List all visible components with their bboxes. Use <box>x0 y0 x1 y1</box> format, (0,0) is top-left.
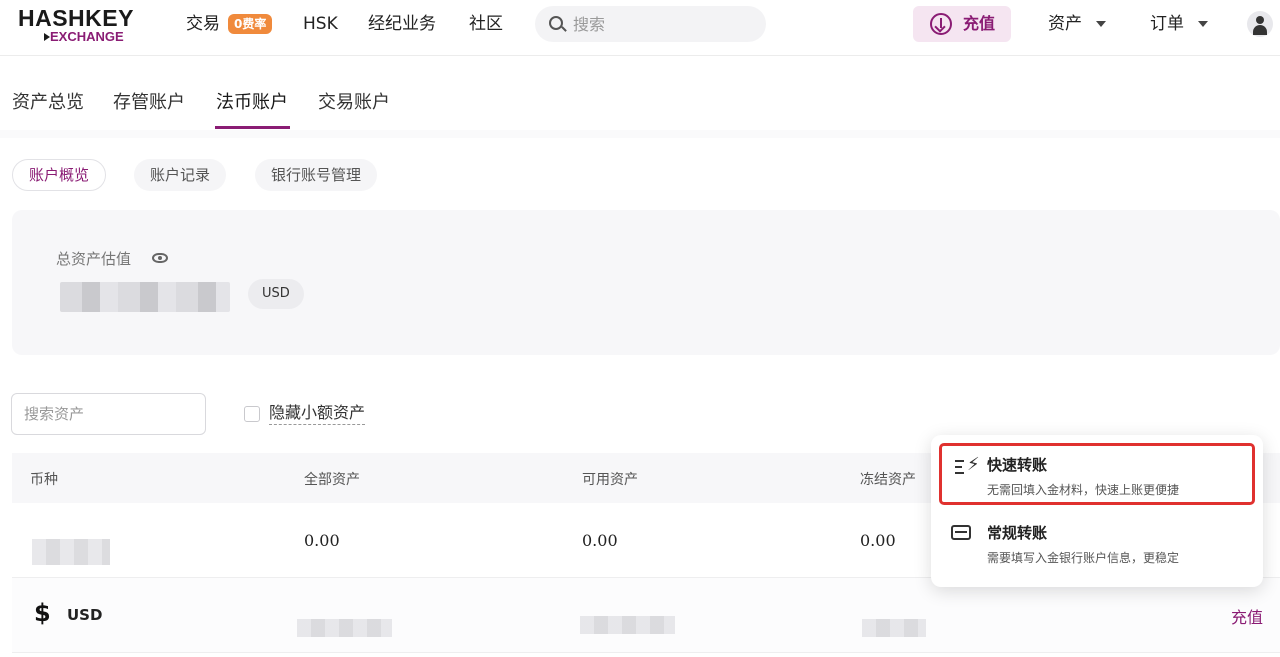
download-circle-icon <box>930 13 952 35</box>
subtab-account-overview[interactable]: 账户概览 <box>12 159 107 191</box>
cell-total: 0.00 <box>304 531 340 550</box>
speed-line <box>955 466 962 468</box>
regular-transfer-option[interactable]: 常规转账 需要填写入金银行账户信息，更稳定 <box>939 511 1255 573</box>
hide-small-assets-checkbox[interactable] <box>244 406 260 422</box>
header-search[interactable] <box>535 6 766 42</box>
caret-down-icon <box>1096 21 1106 27</box>
masked-total <box>297 619 392 637</box>
subtab-account-records[interactable]: 账户记录 <box>134 159 227 191</box>
active-tab-indicator <box>215 126 290 129</box>
column-header-total: 全部资产 <box>304 472 360 488</box>
deposit-button-label: 充值 <box>963 14 996 33</box>
tab-asset-overview[interactable]: 资产总览 <box>12 90 84 116</box>
orders-menu[interactable]: 订单 <box>1150 12 1208 36</box>
cell-currency: USD <box>67 606 103 624</box>
nav-hsk[interactable]: HSK <box>303 12 338 36</box>
column-header-available: 可用资产 <box>582 472 638 488</box>
hide-small-assets-label[interactable]: 隐藏小额资产 <box>269 402 366 425</box>
nav-community[interactable]: 社区 <box>469 12 503 36</box>
speed-line <box>955 472 964 474</box>
nav-brokerage[interactable]: 经纪业务 <box>368 12 436 36</box>
tab-trading-account[interactable]: 交易账户 <box>318 90 390 116</box>
header-search-input[interactable] <box>573 6 753 42</box>
speed-line <box>955 460 964 462</box>
section-divider <box>0 130 1280 138</box>
search-icon <box>549 16 563 30</box>
cell-frozen: 0.00 <box>860 531 896 550</box>
nav-trade[interactable]: 交易 <box>186 12 220 36</box>
logo-text-top: HASHKEY <box>18 5 134 31</box>
hashkey-logo[interactable]: HASHKEY EXCHANGE <box>18 6 143 46</box>
deposit-button[interactable]: 充值 <box>913 6 1011 42</box>
caret-down-icon <box>1198 21 1208 27</box>
lightning-bolt-icon: ⚡ <box>967 454 980 475</box>
currency-pill[interactable]: USD <box>248 279 304 309</box>
asset-search-input[interactable] <box>11 393 206 435</box>
cell-available: 0.00 <box>582 531 618 550</box>
regular-transfer-title: 常规转账 <box>987 524 1048 542</box>
tab-custody-account[interactable]: 存管账户 <box>113 90 185 116</box>
fast-transfer-icon: ⚡ <box>955 454 981 476</box>
dollar-icon: $ <box>34 599 51 627</box>
subtab-bank-account-management[interactable]: 银行账号管理 <box>255 159 378 191</box>
top-header: HASHKEY EXCHANGE 交易 0费率 HSK 经纪业务 社区 充值 资… <box>0 0 1280 56</box>
logo-text-bottom: EXCHANGE <box>18 30 143 44</box>
account-tabs: 资产总览 存管账户 法币账户 交易账户 <box>0 76 1280 130</box>
user-avatar-icon[interactable] <box>1247 11 1273 37</box>
eye-icon[interactable] <box>152 253 168 263</box>
logo-text-bottom-label: EXCHANGE <box>50 29 124 44</box>
masked-currency <box>32 539 110 565</box>
zero-fee-badge: 0费率 <box>228 14 273 34</box>
regular-transfer-desc: 需要填写入金银行账户信息，更稳定 <box>987 551 1180 565</box>
masked-available <box>580 616 675 634</box>
assets-menu[interactable]: 资产 <box>1048 12 1106 36</box>
fast-transfer-option[interactable]: ⚡ 快速转账 无需回填入金材料，快速上账更便捷 <box>939 443 1255 505</box>
table-row: $ USD 充值 <box>12 578 1280 653</box>
row-deposit-link[interactable]: 充值 <box>1231 604 1263 628</box>
fast-transfer-desc: 无需回填入金材料，快速上账更便捷 <box>987 483 1180 497</box>
column-header-currency: 币种 <box>30 472 58 488</box>
column-header-frozen: 冻结资产 <box>860 472 916 488</box>
deposit-method-dropdown: ⚡ 快速转账 无需回填入金材料，快速上账更便捷 常规转账 需要填写入金银行账户信… <box>931 435 1263 587</box>
credit-card-icon <box>951 525 971 540</box>
masked-total-value <box>60 282 230 312</box>
masked-frozen <box>862 619 926 637</box>
orders-menu-label: 订单 <box>1150 14 1184 34</box>
total-asset-card: 总资产估值 USD <box>12 210 1280 355</box>
assets-menu-label: 资产 <box>1048 14 1082 34</box>
tab-fiat-account[interactable]: 法币账户 <box>216 90 288 116</box>
page: HASHKEY EXCHANGE 交易 0费率 HSK 经纪业务 社区 充值 资… <box>0 0 1280 657</box>
fast-transfer-title: 快速转账 <box>987 456 1048 474</box>
total-asset-label: 总资产估值 <box>56 250 132 268</box>
